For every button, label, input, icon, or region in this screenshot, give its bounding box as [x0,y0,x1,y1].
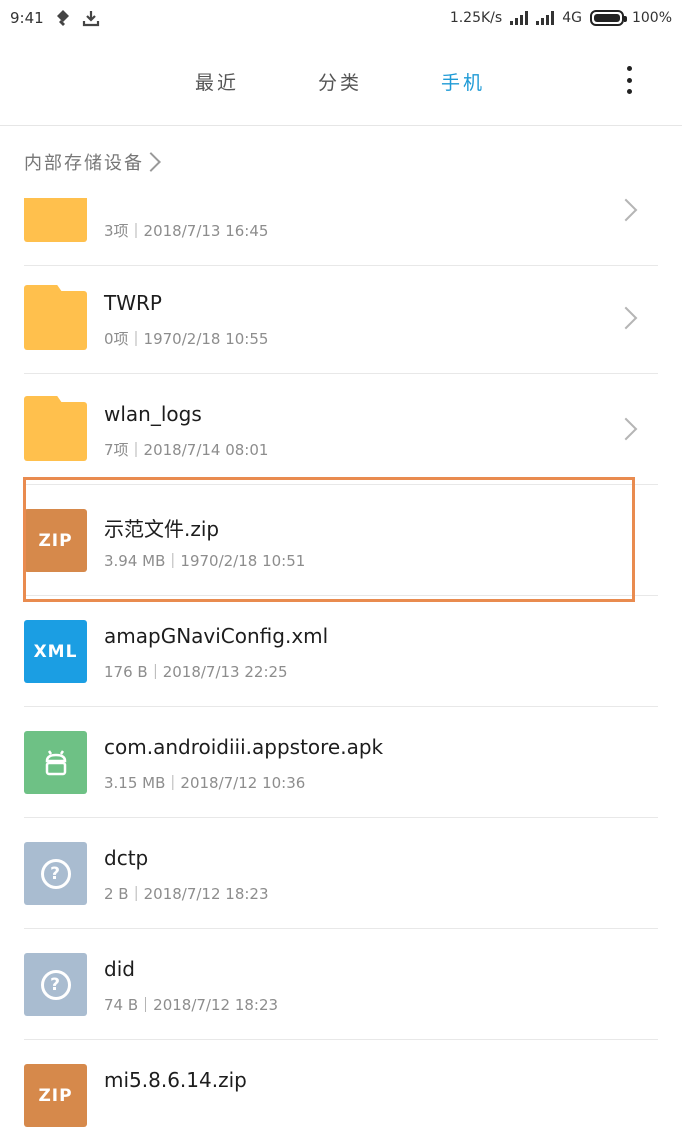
chevron-right-icon [614,198,638,222]
file-meta: 0项｜1970/2/18 10:55 [104,330,269,348]
chevron-right-icon [141,152,161,172]
file-meta: 3项｜2018/7/13 16:45 [104,222,269,240]
status-time: 9:41 [10,9,44,27]
file-name: mi5.8.6.14.zip [104,1068,247,1092]
breadcrumb[interactable]: 内部存储设备 [24,148,161,176]
status-bar: 9:41 1.25K/s 4G 100% [0,0,682,36]
chevron-right-icon [614,306,638,330]
list-item-apk[interactable]: com.androidiii.appstore.apk 3.15 MB｜2018… [0,707,682,818]
file-list: 3项｜2018/7/13 16:45 TWRP 0项｜1970/2/18 10:… [0,198,682,1127]
question-mark-icon: ? [40,858,71,889]
notification-icon [56,10,69,26]
file-meta: 7项｜2018/7/14 08:01 [104,441,269,459]
question-mark-icon: ? [40,969,71,1000]
status-bar-left: 9:41 [10,8,100,28]
unknown-file-icon: ? [24,953,87,1016]
tab-bar: 最近 分类 手机 [0,36,682,124]
download-icon [82,11,99,27]
file-name: dctp [104,846,149,870]
file-name: did [104,957,135,981]
list-item-folder-wlan-logs[interactable]: wlan_logs 7项｜2018/7/14 08:01 [0,374,682,485]
folder-icon [24,396,87,461]
zip-file-icon: ZIP [24,1064,87,1127]
list-item-xml[interactable]: XML amapGNaviConfig.xml 176 B｜2018/7/13 … [0,596,682,707]
network-speed: 1.25K/s [449,10,503,26]
file-name: com.androidiii.appstore.apk [104,735,384,759]
file-meta: 74 B｜2018/7/12 18:23 [104,996,279,1014]
file-name: TWRP [104,291,162,315]
list-item-folder-twrp[interactable]: TWRP 0项｜1970/2/18 10:55 [0,263,682,374]
battery-icon [589,10,627,26]
file-name: amapGNaviConfig.xml [104,624,329,648]
unknown-file-icon: ? [24,842,87,905]
file-meta: 2 B｜2018/7/12 18:23 [104,885,269,903]
list-item-did[interactable]: ? did 74 B｜2018/7/12 18:23 [0,929,682,1040]
more-options-icon[interactable] [620,66,638,94]
status-bar-right: 1.25K/s 4G 100% [450,8,672,28]
xml-file-icon: XML [24,620,87,683]
list-item-folder[interactable]: 3项｜2018/7/13 16:45 [0,198,682,266]
highlight-frame [23,477,635,602]
list-item-mi-zip[interactable]: ZIP mi5.8.6.14.zip [0,1040,682,1127]
tab-phone[interactable]: 手机 [441,68,485,95]
file-name: wlan_logs [104,402,202,426]
breadcrumb-internal-storage[interactable]: 内部存储设备 [24,149,144,175]
chevron-right-icon [614,417,638,441]
battery-level: 100% [631,10,672,26]
android-apk-icon [24,731,87,794]
tab-recent[interactable]: 最近 [195,68,239,95]
tab-category[interactable]: 分类 [318,68,362,95]
file-meta: 3.15 MB｜2018/7/12 10:36 [104,774,306,792]
file-meta: 176 B｜2018/7/13 22:25 [104,663,288,681]
header-divider [0,125,682,126]
signal-icon [510,11,529,25]
list-item-dctp[interactable]: ? dctp 2 B｜2018/7/12 18:23 [0,818,682,929]
folder-icon [24,285,87,350]
signal-icon-2 [536,11,555,25]
android-icon [45,749,66,775]
folder-icon [24,198,87,242]
network-type: 4G [562,10,582,26]
